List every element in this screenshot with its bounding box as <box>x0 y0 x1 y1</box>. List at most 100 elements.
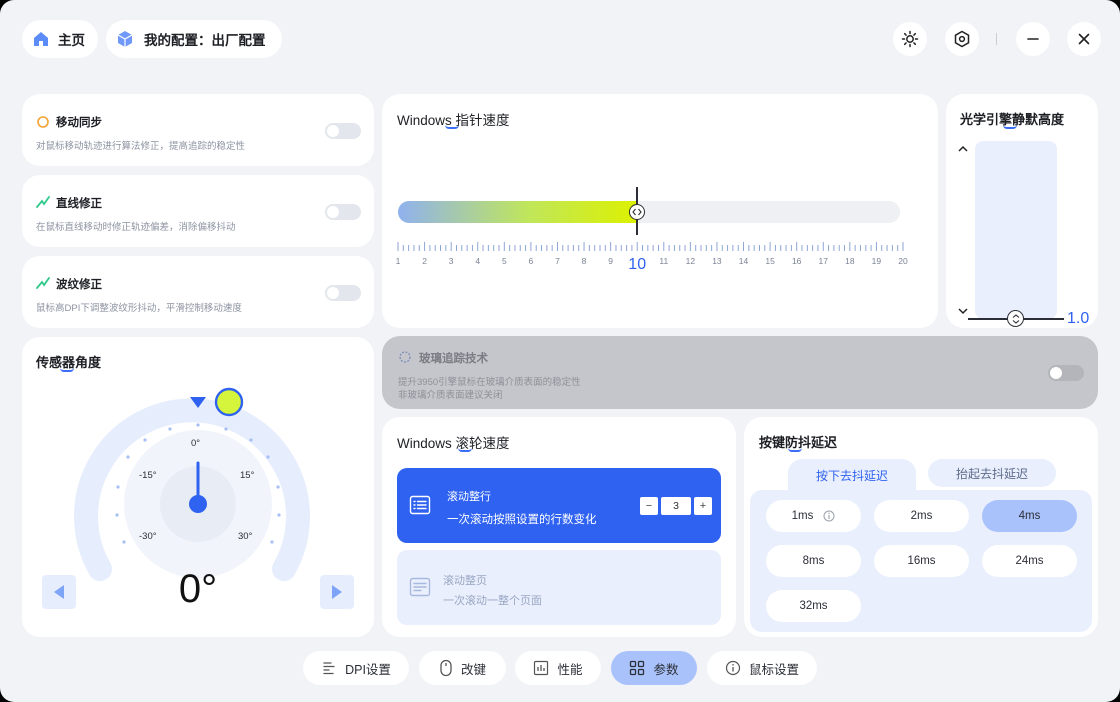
tab-press-debounce[interactable]: 按下去抖延迟 <box>788 459 916 491</box>
close-button[interactable] <box>1067 22 1101 56</box>
scroll-speed-card: Windows 滚轮速度 滚动整行 一次滚动按照设置的行数变化 − 3 + 滚动… <box>382 417 736 637</box>
angle-snap-toggle[interactable] <box>325 204 361 220</box>
glass-icon <box>399 351 411 363</box>
pointer-speed-card: Windows 指针速度 1 2 3 4 5 6 7 8 9 10 11 12 13 14 15 16 17 18… <box>382 94 938 328</box>
glass-tracking-toggle[interactable] <box>1048 365 1084 381</box>
lod-level-panel[interactable] <box>975 141 1057 319</box>
brightness-button[interactable] <box>893 22 927 56</box>
debounce-card: 按键防抖延迟 按下去抖延迟 抬起去抖延迟 1ms 2ms 4ms 8ms 16m… <box>744 417 1098 637</box>
scroll-lines-desc: 一次滚动按照设置的行数变化 <box>447 514 597 526</box>
scroll-option-page[interactable]: 滚动整页 一次滚动一整个页面 <box>397 550 721 625</box>
debounce-option-2ms[interactable]: 2ms <box>874 500 969 532</box>
grid-icon <box>630 660 645 676</box>
cube-icon <box>117 31 133 47</box>
angle-label-minus30: -30° <box>139 531 157 542</box>
ruler-tick-label: 7 <box>555 256 560 266</box>
ruler-tick-label: 13 <box>712 256 722 266</box>
circle-icon <box>37 116 49 128</box>
ruler-tick-label: 20 <box>898 256 908 266</box>
ruler-tick-label: 12 <box>685 256 696 266</box>
header-divider <box>996 33 997 45</box>
glass-desc-1: 提升3950引擎鼠标在玻璃介质表面的稳定性 <box>398 377 581 388</box>
motion-sync-toggle[interactable] <box>325 123 361 139</box>
tab-release-debounce[interactable]: 抬起去抖延迟 <box>928 459 1056 487</box>
config-tab[interactable]: 我的配置：出厂配置 <box>106 20 282 58</box>
scroll-option-lines[interactable]: 滚动整行 一次滚动按照设置的行数变化 − 3 + <box>397 468 721 543</box>
sliders-icon <box>323 662 335 675</box>
page-icon <box>409 577 431 597</box>
debounce-option-4ms[interactable]: 4ms <box>982 500 1077 532</box>
nav-parameters[interactable]: 参数 <box>611 651 697 685</box>
feature-desc: 对鼠标移动轨迹进行算法修正，提高追踪的稳定性 <box>36 141 246 152</box>
pointer-speed-track[interactable] <box>398 201 900 223</box>
nav-label: 改键 <box>460 662 486 677</box>
chevron-down-icon[interactable] <box>957 306 969 316</box>
sensor-angle-value: 0° <box>178 567 218 611</box>
sun-icon <box>901 30 919 48</box>
zigzag-icon <box>36 277 50 289</box>
ruler-tick-label: 14 <box>738 256 749 266</box>
title-underline <box>1003 125 1017 129</box>
feature-card-motion-sync: 移动同步 对鼠标移动轨迹进行算法修正，提高追踪的稳定性 <box>22 94 374 166</box>
minimize-button[interactable] <box>1016 22 1050 56</box>
sensor-angle-card: 传感器角度 0° -15° 15° -30° 30° 0° <box>22 337 374 637</box>
lod-value: 1.0 <box>1067 310 1090 327</box>
info-icon <box>725 660 741 676</box>
mouse-icon <box>440 659 452 677</box>
debounce-option-32ms[interactable]: 32ms <box>766 590 861 622</box>
close-icon <box>1078 33 1090 45</box>
ruler-tick-label: 3 <box>448 256 454 266</box>
lod-thumb[interactable] <box>1007 310 1024 327</box>
ruler-tick-label: 9 <box>608 256 613 266</box>
debounce-option-24ms[interactable]: 24ms <box>982 545 1077 577</box>
debounce-option-1ms[interactable]: 1ms <box>766 500 861 532</box>
ruler-tick-label: 6 <box>528 256 534 266</box>
feature-card-ripple-control: 波纹修正 鼠标高DPI下调整波纹形抖动，平滑控制移动速度 <box>22 256 374 328</box>
debounce-option-8ms[interactable]: 8ms <box>766 545 861 577</box>
ruler-tick-label: 8 <box>581 256 587 266</box>
nav-mouse-settings[interactable]: 鼠标设置 <box>707 651 817 685</box>
nav-performance[interactable]: 性能 <box>515 651 601 685</box>
nav-key-binding[interactable]: 改键 <box>419 651 506 685</box>
nav-label: 参数 <box>653 662 679 677</box>
angle-label-0: 0° <box>191 438 201 449</box>
ruler-tick-label: 4 <box>475 256 481 266</box>
home-tab[interactable]: 主页 <box>22 20 98 58</box>
lift-off-distance-card: 光学引擎静默高度 1.0 <box>946 94 1098 328</box>
ripple-control-toggle[interactable] <box>325 285 361 301</box>
angle-label-15: 15° <box>240 470 255 481</box>
ruler-tick-label: 10 <box>628 256 647 273</box>
nav-dpi-settings[interactable]: DPI设置 <box>303 651 409 685</box>
feature-title: 波纹修正 <box>56 279 102 291</box>
ruler-tick-label: 19 <box>871 256 882 266</box>
nav-label: 鼠标设置 <box>748 662 799 677</box>
title-underline <box>788 448 802 452</box>
feature-title: 移动同步 <box>56 117 102 129</box>
glass-desc-2: 非玻璃介质表面建议关闭 <box>398 390 503 401</box>
angle-label-minus15: -15° <box>139 470 157 481</box>
scroll-page-desc: 一次滚动一整个页面 <box>443 595 542 607</box>
scroll-lines-value[interactable]: 3 <box>661 497 691 515</box>
home-icon <box>34 32 48 46</box>
option-label: 1ms <box>791 510 814 522</box>
zigzag-icon <box>36 196 50 208</box>
scroll-lines-plus-button[interactable]: + <box>694 497 712 515</box>
config-label: 我的配置：出厂配置 <box>144 33 266 48</box>
info-icon[interactable] <box>823 510 835 522</box>
pointer-speed-fill <box>398 201 638 223</box>
arrow-left-icon <box>54 585 64 599</box>
settings-button[interactable] <box>945 22 979 56</box>
hexagon-settings-icon <box>954 30 970 48</box>
glass-tracking-card: 玻璃追踪技术 提升3950引擎鼠标在玻璃介质表面的稳定性 非玻璃介质表面建议关闭 <box>382 336 1098 409</box>
bar-chart-icon <box>534 660 549 676</box>
angle-increase-button[interactable] <box>320 575 354 609</box>
debounce-option-16ms[interactable]: 16ms <box>874 545 969 577</box>
drag-vertical-icon <box>1012 313 1019 324</box>
scroll-page-title: 滚动整页 <box>443 575 487 587</box>
scroll-lines-minus-button[interactable]: − <box>640 497 658 515</box>
ruler-tick-label: 5 <box>501 256 507 266</box>
app-window: 主页 我的配置：出厂配置 移动同步 对鼠标移动轨迹进行算法修正，提高追踪的稳定性… <box>0 0 1120 702</box>
chevron-up-icon[interactable] <box>957 144 969 154</box>
ruler-tick-label: 11 <box>659 256 669 266</box>
angle-decrease-button[interactable] <box>42 575 76 609</box>
